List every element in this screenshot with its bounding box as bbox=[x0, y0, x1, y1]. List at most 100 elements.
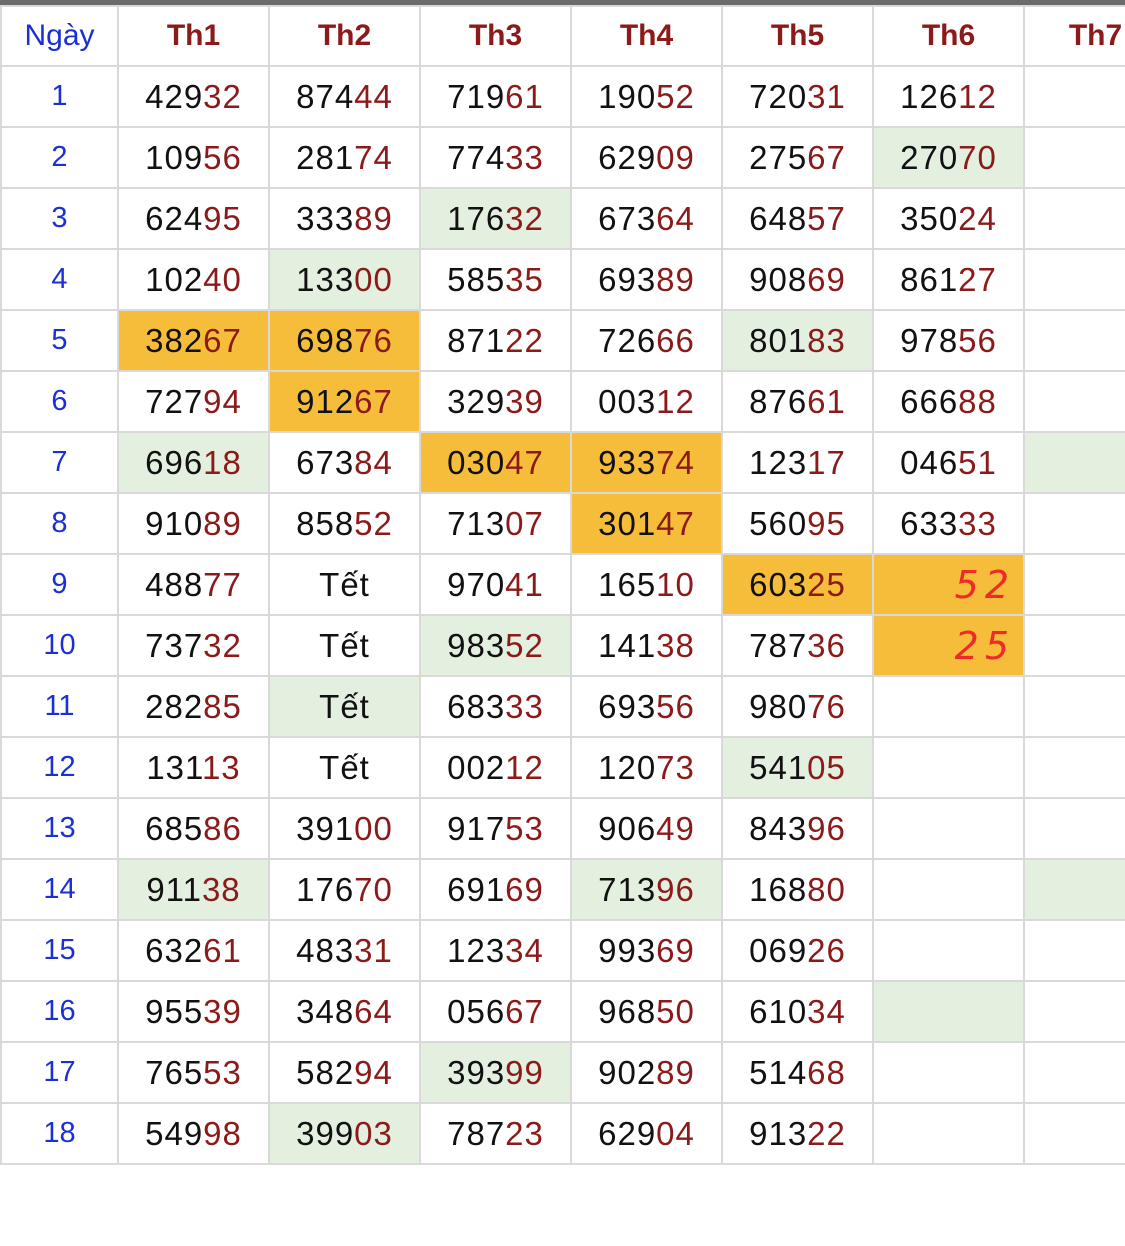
result-cell[interactable]: 72666 bbox=[570, 309, 723, 372]
result-cell[interactable]: 32939 bbox=[419, 370, 572, 433]
result-cell[interactable]: 42932 bbox=[117, 65, 270, 128]
result-cell[interactable]: 98352 bbox=[419, 614, 572, 677]
result-cell[interactable]: 12317 bbox=[721, 431, 874, 494]
day-number-cell[interactable]: 7 bbox=[0, 431, 119, 494]
result-cell[interactable]: 28174 bbox=[268, 126, 421, 189]
result-cell[interactable]: 69618 bbox=[117, 431, 270, 494]
day-number-cell[interactable]: 10 bbox=[0, 614, 119, 677]
result-cell[interactable]: Tết bbox=[268, 675, 421, 738]
day-number-cell[interactable]: 8 bbox=[0, 492, 119, 555]
result-cell[interactable] bbox=[872, 858, 1025, 921]
result-cell[interactable]: 61034 bbox=[721, 980, 874, 1043]
result-cell[interactable]: 91138 bbox=[117, 858, 270, 921]
result-cell[interactable]: 87444 bbox=[268, 65, 421, 128]
result-cell[interactable]: 34864 bbox=[268, 980, 421, 1043]
result-cell[interactable]: 58535 bbox=[419, 248, 572, 311]
result-cell[interactable]: 87661 bbox=[721, 370, 874, 433]
day-number-cell[interactable]: 15 bbox=[0, 919, 119, 982]
result-cell[interactable]: 39399 bbox=[419, 1041, 572, 1104]
result-cell[interactable]: 13300 bbox=[268, 248, 421, 311]
result-cell[interactable]: 85852 bbox=[268, 492, 421, 555]
day-column-header[interactable]: Ngày bbox=[0, 5, 119, 67]
result-cell[interactable]: Tết bbox=[268, 614, 421, 677]
column-header-th5[interactable]: Th5 bbox=[721, 5, 874, 67]
day-number-cell[interactable]: 12 bbox=[0, 736, 119, 799]
result-cell[interactable] bbox=[1023, 492, 1125, 555]
handwritten-note[interactable]: 52 bbox=[872, 553, 1025, 616]
result-cell[interactable] bbox=[1023, 614, 1125, 677]
result-cell[interactable]: 69876 bbox=[268, 309, 421, 372]
result-cell[interactable]: 72794 bbox=[117, 370, 270, 433]
result-cell[interactable]: 54105 bbox=[721, 736, 874, 799]
result-cell[interactable]: 14138 bbox=[570, 614, 723, 677]
column-header-th3[interactable]: Th3 bbox=[419, 5, 572, 67]
result-cell[interactable] bbox=[872, 675, 1025, 738]
handwritten-note[interactable]: 25 bbox=[872, 614, 1025, 677]
result-cell[interactable] bbox=[1023, 370, 1125, 433]
result-cell[interactable]: 56095 bbox=[721, 492, 874, 555]
result-cell[interactable]: 48877 bbox=[117, 553, 270, 616]
result-cell[interactable] bbox=[1023, 187, 1125, 250]
result-cell[interactable] bbox=[872, 919, 1025, 982]
result-cell[interactable]: 17670 bbox=[268, 858, 421, 921]
result-cell[interactable]: 27070 bbox=[872, 126, 1025, 189]
result-cell[interactable]: 19052 bbox=[570, 65, 723, 128]
result-cell[interactable]: 84396 bbox=[721, 797, 874, 860]
result-cell[interactable]: 33389 bbox=[268, 187, 421, 250]
result-cell[interactable]: 86127 bbox=[872, 248, 1025, 311]
result-cell[interactable]: 91267 bbox=[268, 370, 421, 433]
result-cell[interactable]: 99369 bbox=[570, 919, 723, 982]
result-cell[interactable] bbox=[1023, 736, 1125, 799]
result-cell[interactable]: 16510 bbox=[570, 553, 723, 616]
result-cell[interactable]: 97856 bbox=[872, 309, 1025, 372]
result-cell[interactable]: 17632 bbox=[419, 187, 572, 250]
result-cell[interactable] bbox=[1023, 675, 1125, 738]
result-cell[interactable]: 39903 bbox=[268, 1102, 421, 1165]
column-header-th4[interactable]: Th4 bbox=[570, 5, 723, 67]
result-cell[interactable] bbox=[872, 980, 1025, 1043]
result-cell[interactable]: 90649 bbox=[570, 797, 723, 860]
result-cell[interactable]: 06926 bbox=[721, 919, 874, 982]
result-cell[interactable]: 67364 bbox=[570, 187, 723, 250]
result-cell[interactable]: 76553 bbox=[117, 1041, 270, 1104]
result-cell[interactable] bbox=[1023, 1041, 1125, 1104]
result-cell[interactable]: 69389 bbox=[570, 248, 723, 311]
result-cell[interactable]: 35024 bbox=[872, 187, 1025, 250]
result-cell[interactable]: 97041 bbox=[419, 553, 572, 616]
result-cell[interactable]: 98076 bbox=[721, 675, 874, 738]
result-cell[interactable]: 73732 bbox=[117, 614, 270, 677]
result-cell[interactable]: 60325 bbox=[721, 553, 874, 616]
day-number-cell[interactable]: 16 bbox=[0, 980, 119, 1043]
result-cell[interactable]: 71961 bbox=[419, 65, 572, 128]
result-cell[interactable]: 87122 bbox=[419, 309, 572, 372]
result-cell[interactable]: 69356 bbox=[570, 675, 723, 738]
result-cell[interactable]: 28285 bbox=[117, 675, 270, 738]
result-cell[interactable]: 93374 bbox=[570, 431, 723, 494]
result-cell[interactable]: 80183 bbox=[721, 309, 874, 372]
day-number-cell[interactable]: 1 bbox=[0, 65, 119, 128]
result-cell[interactable] bbox=[1023, 797, 1125, 860]
result-cell[interactable]: 13113 bbox=[117, 736, 270, 799]
result-cell[interactable]: 38267 bbox=[117, 309, 270, 372]
result-cell[interactable]: 91089 bbox=[117, 492, 270, 555]
result-cell[interactable]: 27567 bbox=[721, 126, 874, 189]
result-cell[interactable]: 72031 bbox=[721, 65, 874, 128]
result-cell[interactable]: 58294 bbox=[268, 1041, 421, 1104]
result-cell[interactable]: 78736 bbox=[721, 614, 874, 677]
result-cell[interactable]: 05667 bbox=[419, 980, 572, 1043]
result-cell[interactable] bbox=[1023, 553, 1125, 616]
column-header-th7[interactable]: Th7 bbox=[1023, 5, 1125, 67]
result-cell[interactable] bbox=[1023, 431, 1125, 494]
day-number-cell[interactable]: 2 bbox=[0, 126, 119, 189]
result-cell[interactable]: 66688 bbox=[872, 370, 1025, 433]
result-cell[interactable]: 16880 bbox=[721, 858, 874, 921]
result-cell[interactable] bbox=[1023, 248, 1125, 311]
day-number-cell[interactable]: 3 bbox=[0, 187, 119, 250]
result-cell[interactable]: 00312 bbox=[570, 370, 723, 433]
result-cell[interactable]: 12073 bbox=[570, 736, 723, 799]
result-cell[interactable]: 48331 bbox=[268, 919, 421, 982]
result-cell[interactable] bbox=[1023, 1102, 1125, 1165]
day-number-cell[interactable]: 9 bbox=[0, 553, 119, 616]
result-cell[interactable]: 63261 bbox=[117, 919, 270, 982]
result-cell[interactable]: 95539 bbox=[117, 980, 270, 1043]
